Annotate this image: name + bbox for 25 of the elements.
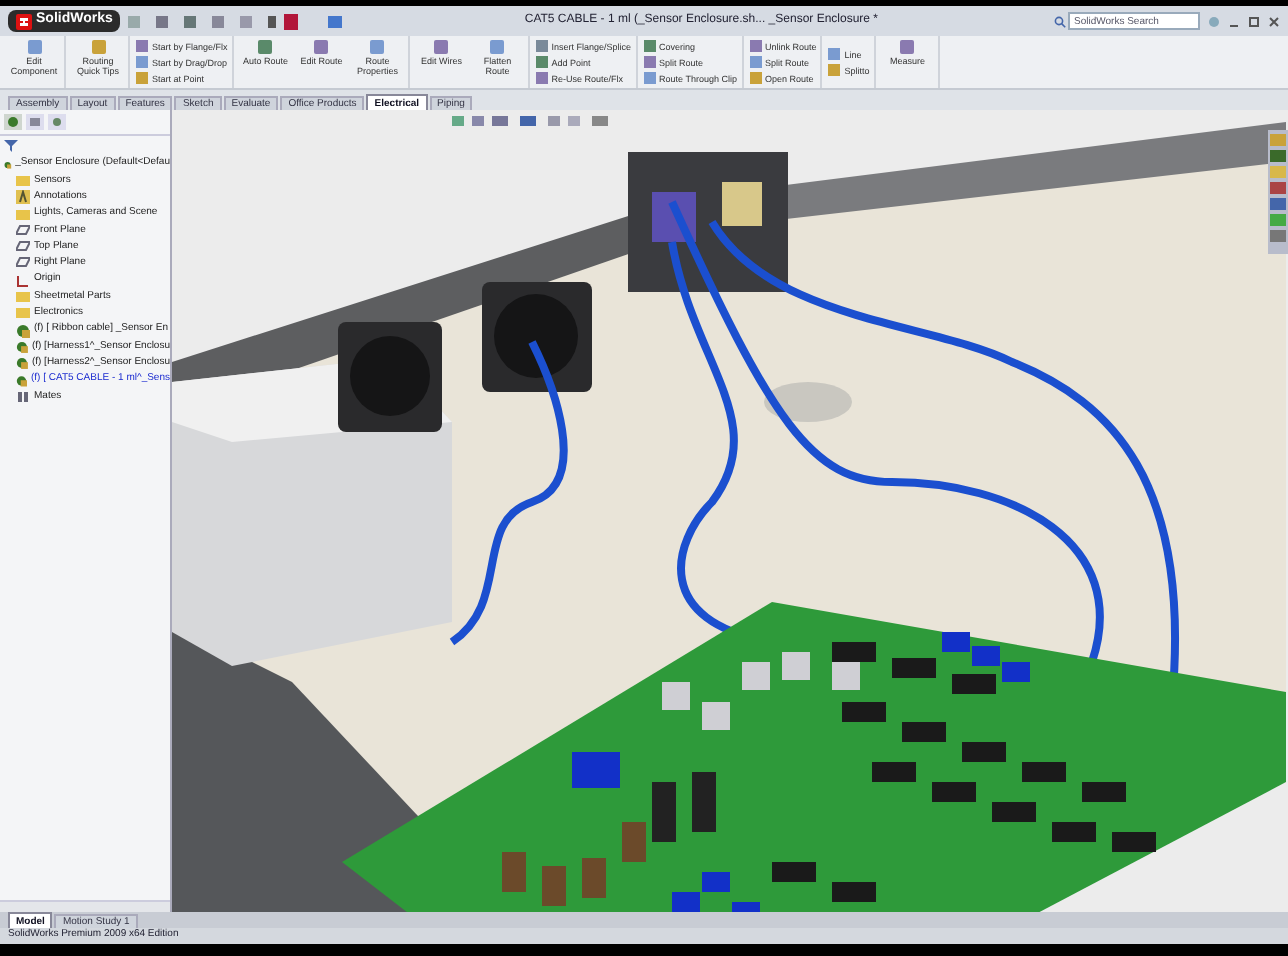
close-icon[interactable] — [1268, 15, 1280, 27]
tool-icon — [312, 38, 331, 56]
logo-icon — [16, 13, 32, 29]
maximize-icon[interactable] — [1248, 15, 1260, 27]
tool-icon — [488, 38, 507, 56]
folder-icon — [16, 207, 30, 222]
folder-icon — [16, 173, 30, 188]
assembly-icon — [4, 157, 12, 172]
tool-icon — [898, 38, 917, 56]
annotation-icon — [16, 190, 30, 205]
property-tab-icon[interactable] — [26, 114, 44, 130]
feature-tree-tab-icon[interactable] — [4, 114, 22, 130]
tool-icon — [432, 38, 451, 56]
mates-icon — [16, 389, 30, 404]
tool-icon — [25, 38, 43, 56]
horizontal-scrollbar[interactable] — [0, 900, 170, 912]
tool-icon — [256, 38, 275, 56]
view-toolbar-icon[interactable] — [452, 114, 612, 128]
search-icon[interactable] — [1054, 15, 1066, 27]
origin-icon — [16, 273, 30, 288]
configuration-tab-icon[interactable] — [48, 114, 66, 130]
tool-icon — [368, 38, 387, 56]
task-pane-icons[interactable] — [1268, 130, 1288, 254]
filter-icon[interactable] — [4, 140, 18, 152]
tool-icon — [89, 38, 107, 56]
